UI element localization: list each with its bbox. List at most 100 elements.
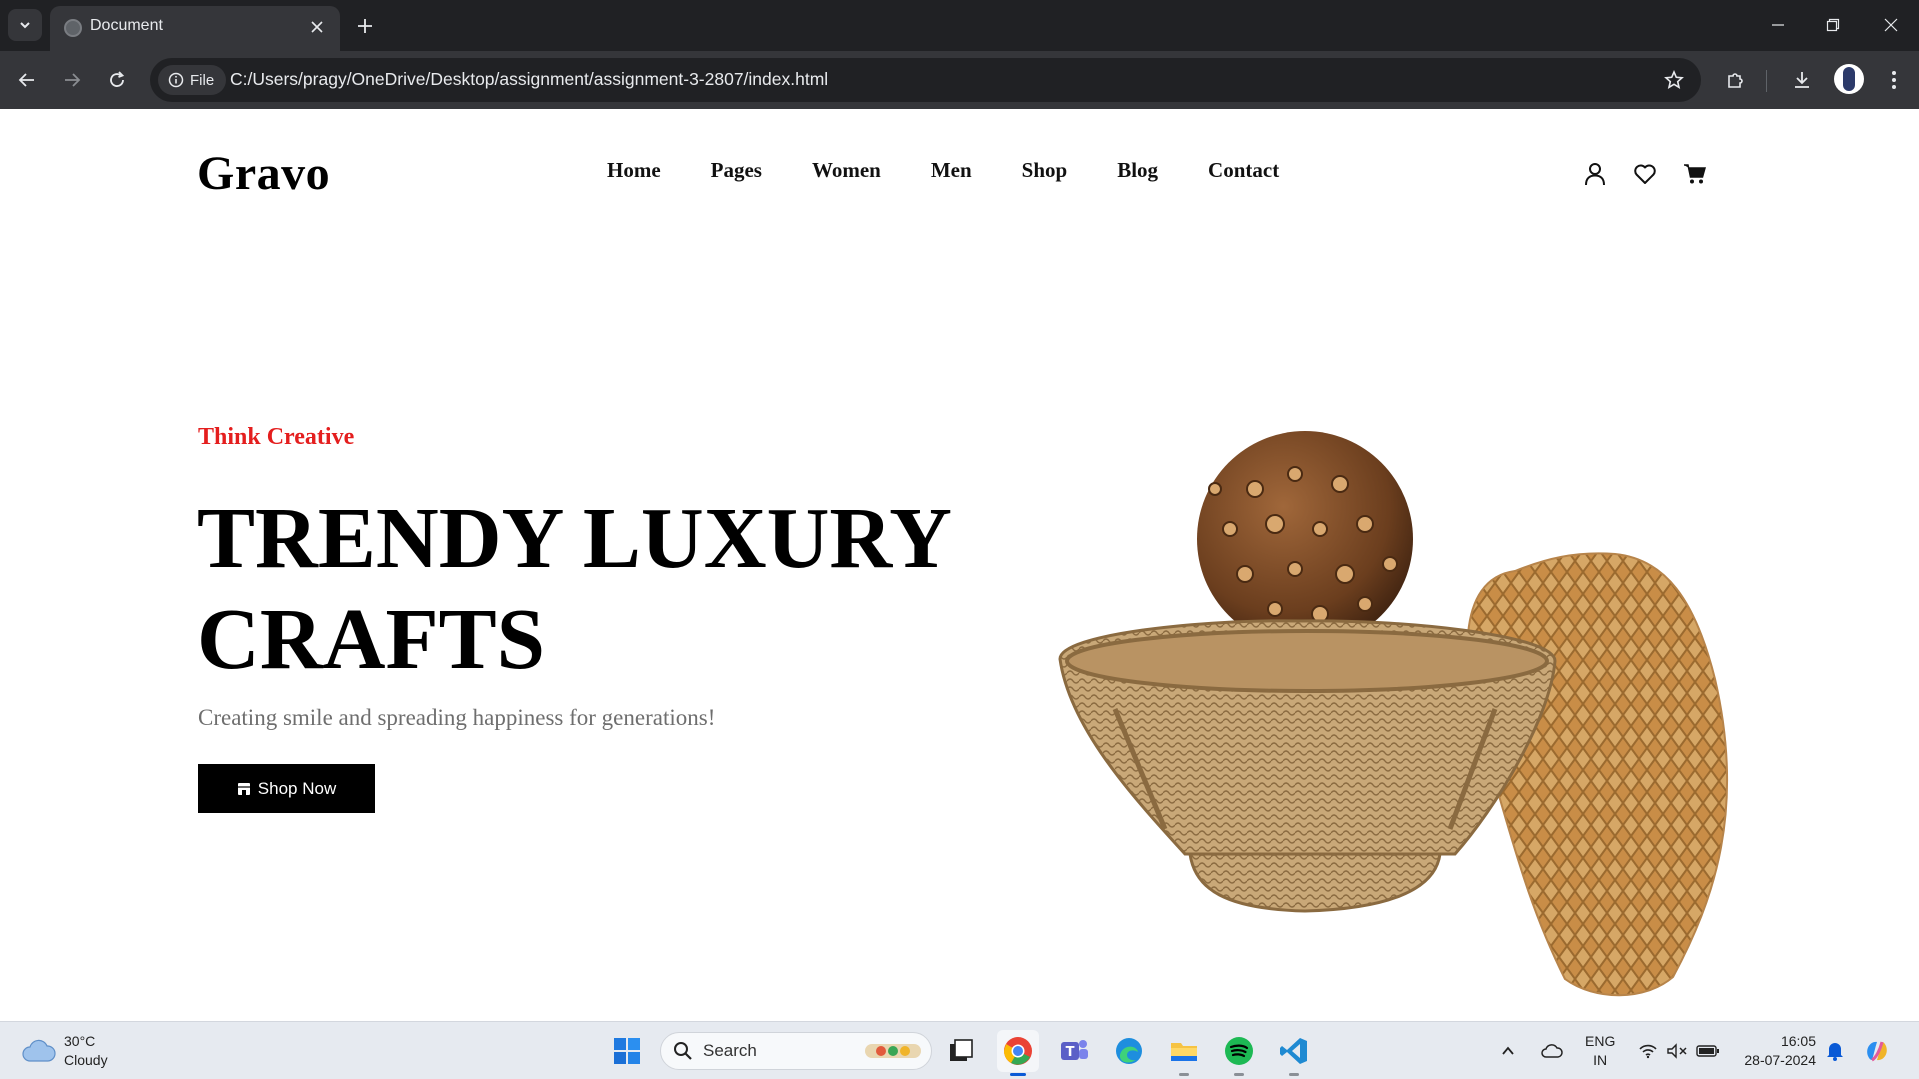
- edge-taskbar-button[interactable]: [1108, 1030, 1150, 1072]
- url-text[interactable]: C:/Users/pragy/OneDrive/Desktop/assignme…: [230, 69, 828, 90]
- shop-now-button[interactable]: Shop Now: [198, 764, 375, 813]
- hero-subtitle: Creating smile and spreading happiness f…: [198, 705, 716, 730]
- clock-date: 28-07-2024: [1744, 1052, 1816, 1068]
- file-explorer-icon: [1171, 1043, 1197, 1061]
- hero-product-image: [1058, 431, 1729, 997]
- address-bar[interactable]: File C:/Users/pragy/OneDrive/Desktop/ass…: [150, 58, 1701, 102]
- web-page: Gravo Home Pages Women Men Shop Blog Con…: [0, 109, 1919, 1021]
- download-icon: [1795, 72, 1809, 88]
- running-indicator: [1010, 1073, 1026, 1076]
- chrome-icon: [1004, 1037, 1032, 1065]
- weather-desc: Cloudy: [64, 1052, 108, 1068]
- taskbar-search[interactable]: Search: [660, 1032, 932, 1070]
- nav-pages[interactable]: Pages: [711, 158, 762, 183]
- site-logo[interactable]: Gravo: [197, 146, 330, 201]
- spotify-taskbar-button[interactable]: [1218, 1030, 1260, 1076]
- running-indicator: [1179, 1073, 1189, 1076]
- start-button[interactable]: [606, 1030, 648, 1072]
- hero-headline-line1: TRENDY LUXURY: [197, 489, 953, 586]
- weather-temp: 30°C: [64, 1033, 96, 1049]
- user-icon[interactable]: [1582, 161, 1608, 187]
- forward-button[interactable]: [56, 64, 88, 96]
- running-indicator: [1289, 1073, 1299, 1076]
- vscode-taskbar-button[interactable]: [1273, 1030, 1315, 1076]
- start-icon: [614, 1038, 640, 1064]
- main-nav: Home Pages Women Men Shop Blog Contact: [607, 158, 1279, 183]
- nav-women[interactable]: Women: [812, 158, 881, 183]
- vscode-icon: [1280, 1038, 1307, 1064]
- nav-men[interactable]: Men: [931, 158, 972, 183]
- lang-line2: IN: [1593, 1052, 1608, 1068]
- wifi-icon: [1639, 1044, 1657, 1059]
- notifications-button[interactable]: [1826, 1022, 1844, 1079]
- tab-close-button[interactable]: [306, 16, 328, 38]
- copilot-button[interactable]: [1862, 1022, 1892, 1079]
- reload-icon: [110, 71, 125, 87]
- minimize-icon: [1772, 24, 1784, 26]
- task-view-button[interactable]: [940, 1030, 982, 1072]
- puzzle-icon: [1728, 73, 1743, 88]
- battery-icon: [1696, 1045, 1719, 1057]
- browser-tab[interactable]: Document: [50, 6, 340, 51]
- bookmark-button[interactable]: [1661, 67, 1687, 93]
- star-icon: [1664, 70, 1684, 89]
- spotify-icon: [1225, 1037, 1253, 1065]
- browser-toolbar: File C:/Users/pragy/OneDrive/Desktop/ass…: [0, 51, 1919, 109]
- nav-shop[interactable]: Shop: [1022, 158, 1068, 183]
- file-explorer-taskbar-button[interactable]: [1163, 1030, 1205, 1076]
- clock-time: 16:05: [1780, 1033, 1816, 1049]
- close-icon: [1884, 18, 1898, 32]
- tab-title: Document: [90, 17, 163, 34]
- more-vertical-icon: [1892, 71, 1896, 89]
- chevron-up-icon: [1502, 1046, 1514, 1055]
- minimize-button[interactable]: [1760, 10, 1796, 40]
- close-window-button[interactable]: [1873, 10, 1909, 40]
- store-icon: [237, 782, 250, 795]
- bell-icon: [1827, 1043, 1843, 1061]
- hero-headline: TRENDY LUXURY CRAFTS: [197, 487, 1017, 689]
- nav-home[interactable]: Home: [607, 158, 661, 183]
- teams-taskbar-button[interactable]: T: [1053, 1030, 1095, 1072]
- browser-menu-button[interactable]: [1878, 64, 1910, 96]
- arrow-right-icon: [65, 73, 81, 87]
- hero-eyebrow: Think Creative: [198, 424, 355, 450]
- quick-settings-button[interactable]: [1638, 1022, 1720, 1079]
- cloud-icon: [22, 1039, 56, 1062]
- toolbar-divider: [1766, 70, 1767, 92]
- edge-icon: [1116, 1038, 1142, 1064]
- profile-avatar[interactable]: [1834, 64, 1864, 94]
- running-indicator: [1234, 1073, 1244, 1076]
- reload-button[interactable]: [101, 64, 133, 96]
- back-button[interactable]: [11, 64, 43, 96]
- nav-blog[interactable]: Blog: [1117, 158, 1158, 183]
- cloud-outline-icon: [1541, 1044, 1563, 1058]
- system-clock[interactable]: 16:05 28-07-2024: [1740, 1032, 1816, 1070]
- extensions-button[interactable]: [1720, 64, 1752, 96]
- new-tab-button[interactable]: [352, 13, 378, 39]
- tray-overflow-button[interactable]: [1500, 1022, 1516, 1079]
- nav-contact[interactable]: Contact: [1208, 158, 1279, 183]
- task-view-icon: [950, 1039, 973, 1061]
- onedrive-tray-icon[interactable]: [1541, 1022, 1563, 1079]
- weather-widget[interactable]: 30°C Cloudy: [22, 1032, 108, 1070]
- restore-button[interactable]: [1815, 10, 1851, 40]
- chrome-taskbar-button[interactable]: [997, 1030, 1039, 1076]
- lang-line1: ENG: [1585, 1033, 1616, 1049]
- svg-text:T: T: [1066, 1045, 1075, 1060]
- shop-now-label: Shop Now: [257, 778, 337, 798]
- language-indicator[interactable]: ENG IN: [1585, 1032, 1615, 1070]
- cart-icon[interactable]: [1682, 161, 1708, 187]
- site-info-chip[interactable]: File: [158, 65, 226, 95]
- teams-icon: T: [1061, 1040, 1088, 1060]
- heart-icon[interactable]: [1632, 161, 1658, 187]
- arrow-left-icon: [18, 73, 34, 87]
- restore-icon: [1826, 18, 1840, 32]
- hero-headline-line2: CRAFTS: [197, 590, 546, 687]
- browser-tab-strip: Document: [0, 0, 1919, 51]
- tab-search-button[interactable]: [8, 9, 42, 41]
- copilot-icon: [1867, 1041, 1887, 1062]
- volume-muted-icon: [1667, 1043, 1687, 1059]
- header-icons: [1582, 161, 1708, 187]
- globe-icon: [64, 19, 82, 37]
- downloads-button[interactable]: [1786, 64, 1818, 96]
